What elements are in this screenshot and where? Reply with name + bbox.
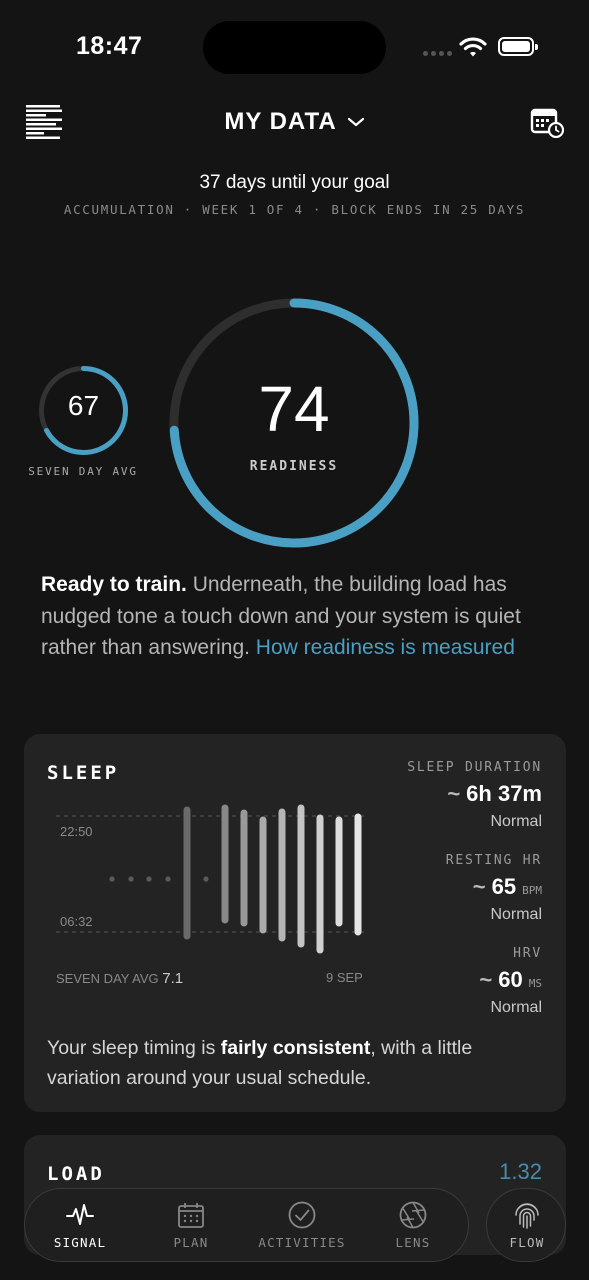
sleep-note-pre: Your sleep timing is (47, 1037, 221, 1059)
sleep-card-title: SLEEP (47, 762, 120, 784)
tab-signal[interactable]: SIGNAL (25, 1189, 135, 1263)
training-block-status: ACCUMULATION · WEEK 1 OF 4 · BLOCK ENDS … (63, 202, 526, 217)
tab-activities[interactable]: ACTIVITIES (247, 1189, 357, 1263)
trend-flat-icon: ~ (479, 967, 493, 992)
sleep-timing-chart: 22:50 06:32 (56, 804, 368, 954)
flow-button[interactable]: FLOW (486, 1188, 566, 1262)
trend-flat-icon: ~ (472, 874, 486, 899)
sleep-chart-dot (146, 876, 152, 882)
sleep-avg-label: SEVEN DAY AVG (56, 971, 159, 986)
tab-plan[interactable]: PLAN (136, 1189, 246, 1263)
sleep-duration-label: SLEEP DURATION (407, 760, 542, 775)
battery-icon (498, 37, 538, 56)
hrv-status: Normal (490, 999, 542, 1016)
sleep-avg-value: 7.1 (162, 970, 184, 987)
sleep-note-bold: fairly consistent (220, 1037, 371, 1059)
readiness-value: 74 (258, 373, 330, 445)
tab-activities-label: ACTIVITIES (258, 1235, 346, 1250)
sleep-metrics: SLEEP DURATION ~6h 37m Normal RESTING HR… (342, 760, 542, 1039)
sleep-duration-value: 6h 37m (466, 781, 542, 806)
sleep-duration-metric: SLEEP DURATION ~6h 37m Normal (342, 760, 542, 831)
hrv-value: 60 (498, 967, 523, 992)
hrv-metric: HRV ~60 MS Normal (342, 946, 542, 1017)
tab-signal-label: SIGNAL (53, 1235, 107, 1250)
sleep-chart-dot (109, 876, 115, 882)
sleep-note: Your sleep timing is fairly consistent, … (47, 1034, 547, 1093)
chevron-down-icon (347, 117, 364, 127)
wifi-icon (459, 37, 487, 57)
seven-day-avg-value: 67 (67, 390, 100, 421)
sleep-chart-dot (128, 876, 134, 882)
tab-plan-label: PLAN (173, 1235, 209, 1250)
check-circle-icon (288, 1201, 316, 1229)
summary-lead: Ready to train. (41, 573, 187, 596)
calendar-clock-icon[interactable] (530, 106, 564, 138)
hrv-unit: MS (528, 977, 542, 990)
resting-hr-value: 65 (491, 874, 517, 899)
sleep-chart-top-time: 22:50 (60, 824, 93, 839)
pulse-icon (66, 1204, 94, 1225)
status-time: 18:47 (76, 32, 143, 60)
bottom-tab-bar: SIGNAL PLAN ACTIVITIES LENS (24, 1188, 469, 1262)
goal-countdown: 37 days until your goal (199, 172, 390, 193)
tab-lens[interactable]: LENS (358, 1189, 468, 1263)
load-card-title: LOAD (47, 1163, 105, 1185)
sleep-duration-status: Normal (490, 813, 542, 830)
resting-hr-metric: RESTING HR ~65 BPM Normal (342, 853, 542, 924)
aperture-icon (399, 1201, 427, 1229)
cellular-signal-icon (423, 51, 452, 56)
sleep-chart-dot (203, 876, 209, 882)
sleep-chart-bottom-time: 06:32 (60, 914, 93, 929)
load-value: 1.32 (499, 1159, 542, 1184)
dynamic-island (203, 21, 386, 74)
status-bar: 18:47 (0, 0, 589, 95)
data-view-selector[interactable]: MY DATA (0, 108, 589, 136)
resting-hr-status: Normal (490, 906, 542, 923)
readiness-label: READINESS (249, 459, 339, 474)
calendar-icon (178, 1203, 204, 1228)
readiness-info-link[interactable]: How readiness is measured (256, 636, 515, 659)
tab-lens-label: LENS (395, 1235, 431, 1250)
resting-hr-label: RESTING HR (445, 853, 542, 868)
page-title: MY DATA (224, 108, 337, 135)
hrv-label: HRV (513, 946, 542, 961)
resting-hr-unit: BPM (522, 884, 542, 897)
sleep-seven-day-avg: SEVEN DAY AVG 7.1 (56, 970, 183, 987)
flow-label: FLOW (509, 1235, 545, 1250)
app-header: MY DATA (0, 100, 589, 150)
sleep-card[interactable]: SLEEP 22:50 06:32 SEVEN DAY AVG 7.1 9 SE… (24, 734, 566, 1112)
seven-day-avg-label: SEVEN DAY AVG (28, 465, 138, 478)
trend-flat-icon: ~ (447, 781, 461, 806)
fingerprint-icon (515, 1203, 539, 1229)
readiness-summary: Ready to train. Underneath, the building… (41, 569, 561, 664)
sleep-chart-dot (165, 876, 171, 882)
